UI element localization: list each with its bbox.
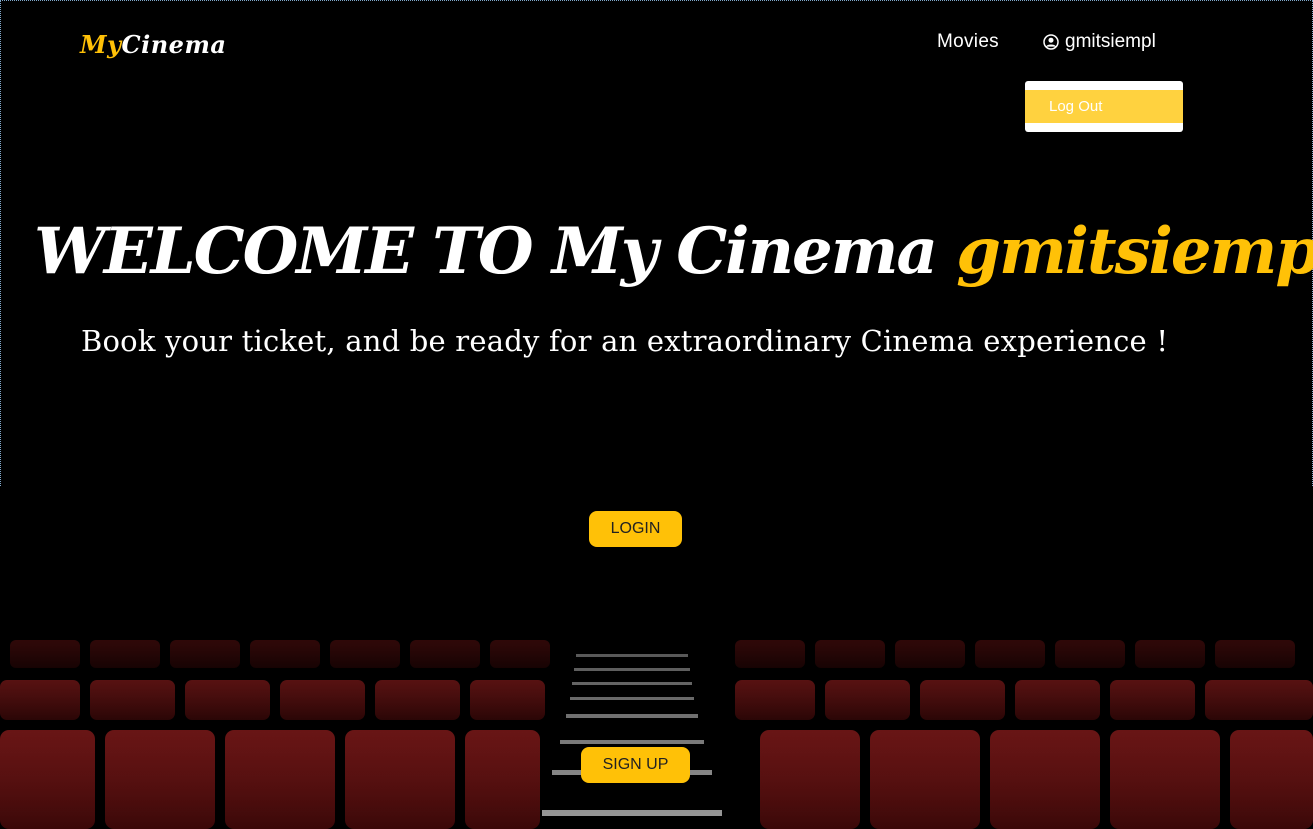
nav-username: gmitsiempl	[1065, 31, 1156, 52]
login-button[interactable]: LOGIN	[589, 511, 682, 547]
hero-title-prefix: WELCOME TO My Cinema	[34, 214, 938, 289]
hero-title: WELCOME TO My Cinema gmitsiempl ! ! !	[34, 210, 1313, 294]
logo-cinema: Cinema	[121, 30, 227, 59]
user-dropdown-menu: Log Out	[1025, 81, 1183, 132]
logout-menu-item[interactable]: Log Out	[1025, 90, 1183, 123]
nav-user-menu[interactable]: gmitsiempl	[1043, 31, 1156, 53]
signup-button[interactable]: SIGN UP	[581, 747, 690, 783]
logo-my: My	[80, 30, 122, 59]
landing-page: MyCinema Movies gmitsiempl Log Out WELCO…	[0, 0, 1313, 829]
nav-movies-link[interactable]: Movies	[937, 31, 999, 53]
hero-title-username: gmitsiempl	[956, 214, 1313, 289]
brand-logo[interactable]: MyCinema	[80, 30, 226, 59]
hero-subtitle: Book your ticket, and be ready for an ex…	[81, 324, 1169, 358]
user-circle-icon	[1043, 34, 1059, 50]
